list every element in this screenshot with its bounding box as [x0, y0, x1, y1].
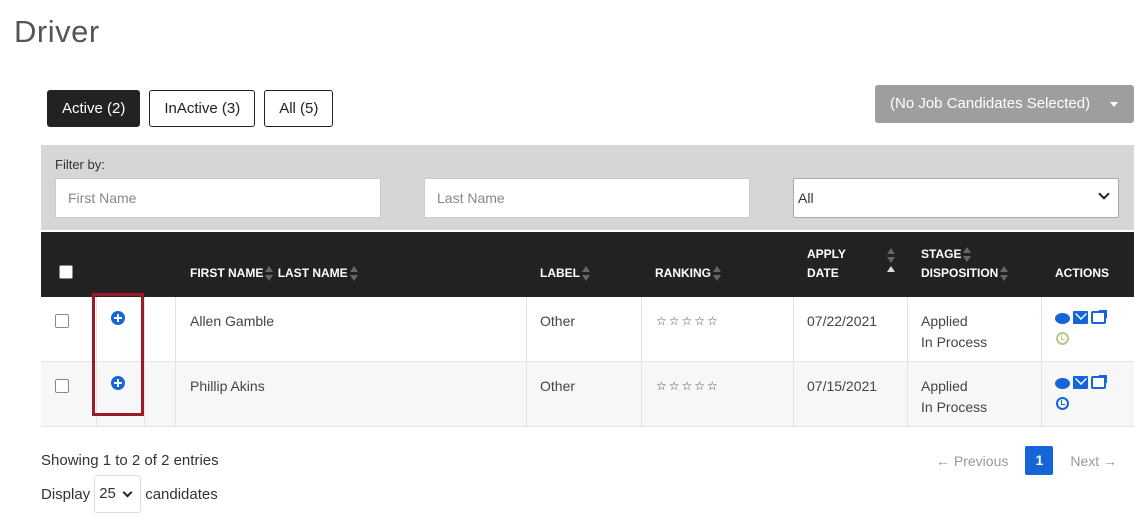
- mail-icon[interactable]: [1073, 311, 1088, 324]
- stage-text: Applied: [921, 313, 968, 329]
- header-date-text: DATE: [807, 266, 839, 280]
- sort-icon: [887, 248, 896, 264]
- apply-date: 07/15/2021: [807, 378, 878, 394]
- next-page-link[interactable]: Next →: [1070, 453, 1117, 469]
- sort-icon: [349, 265, 359, 282]
- header-ranking[interactable]: RANKING: [655, 264, 722, 283]
- header-last-name-label: LAST NAME: [277, 266, 348, 280]
- chat-icon[interactable]: [1055, 378, 1070, 389]
- header-label[interactable]: LABEL: [540, 264, 591, 283]
- column-divider: [907, 297, 908, 361]
- column-divider: [793, 362, 794, 426]
- ranking-stars[interactable]: ☆☆☆☆☆: [656, 311, 720, 332]
- sort-asc-icon: [887, 266, 896, 282]
- candidate-label: Other: [540, 378, 576, 394]
- column-divider: [793, 297, 794, 361]
- highlight-annotation-box: [92, 293, 144, 416]
- display-prefix: Display: [41, 485, 91, 503]
- job-dropdown-label: (No Job Candidates Selected): [890, 95, 1091, 112]
- page-size-select[interactable]: 25: [94, 475, 142, 513]
- page-title: Driver: [14, 14, 100, 49]
- row-checkbox[interactable]: [55, 314, 69, 328]
- apply-date: 07/22/2021: [807, 313, 878, 329]
- column-divider: [144, 362, 145, 426]
- stage-text: Applied: [921, 378, 968, 394]
- clock-icon[interactable]: [1056, 332, 1069, 345]
- sort-icon: [582, 265, 591, 282]
- sort-icon: [963, 246, 972, 263]
- header-first-name[interactable]: FIRST NAME LAST NAME: [190, 264, 359, 283]
- pagination: ← Previous 1 Next →: [936, 446, 1117, 475]
- stage-disposition: Applied In Process: [921, 311, 987, 353]
- clock-icon[interactable]: [1056, 397, 1069, 410]
- filter-panel: Filter by: First Name Last Name All: [41, 145, 1134, 230]
- disposition-text: In Process: [921, 399, 988, 415]
- chevron-down-icon: [1098, 188, 1110, 200]
- stage-disposition: Applied In Process: [921, 376, 987, 418]
- tab-inactive[interactable]: InActive (3): [149, 90, 256, 127]
- table-row: Allen Gamble Other ☆☆☆☆☆ 07/22/2021 Appl…: [41, 297, 1134, 362]
- filter-label: Filter by:: [55, 157, 105, 172]
- column-divider: [175, 297, 176, 361]
- first-name-input[interactable]: First Name: [55, 178, 381, 218]
- header-apply-text: APPLY: [807, 247, 846, 261]
- previous-page-link[interactable]: ← Previous: [936, 453, 1008, 469]
- column-divider: [1041, 297, 1042, 361]
- header-apply-date[interactable]: APPLY DATE: [807, 245, 846, 283]
- page-size-control: Display 25 candidates: [41, 475, 218, 513]
- chevron-down-icon: [122, 487, 133, 498]
- chat-icon[interactable]: [1055, 313, 1070, 324]
- sort-icon: [1000, 265, 1009, 282]
- column-divider: [1041, 362, 1042, 426]
- display-suffix: candidates: [145, 485, 218, 503]
- header-label-text: LABEL: [540, 266, 580, 280]
- header-stage-text: STAGE: [921, 247, 962, 261]
- mail-icon[interactable]: [1073, 376, 1088, 389]
- share-icon[interactable]: [1091, 375, 1107, 389]
- header-first-name-label: FIRST NAME: [190, 266, 264, 280]
- candidates-table: FIRST NAME LAST NAME LABEL RANKING APPLY…: [41, 232, 1134, 427]
- sort-icon: [265, 265, 274, 282]
- candidate-name[interactable]: Phillip Akins: [190, 376, 265, 397]
- row-actions: [1055, 310, 1107, 324]
- header-actions: ACTIONS: [1055, 266, 1109, 280]
- last-name-input[interactable]: Last Name: [424, 178, 750, 218]
- ranking-stars[interactable]: ☆☆☆☆☆: [656, 376, 720, 397]
- candidate-label: Other: [540, 313, 576, 329]
- caret-down-icon: [1110, 102, 1118, 107]
- page-number-current[interactable]: 1: [1025, 446, 1054, 475]
- candidate-name[interactable]: Allen Gamble: [190, 311, 274, 332]
- header-stage[interactable]: STAGE DISPOSITION: [921, 245, 1009, 283]
- table-header: FIRST NAME LAST NAME LABEL RANKING APPLY…: [41, 232, 1134, 297]
- header-disposition-text: DISPOSITION: [921, 266, 999, 280]
- share-icon[interactable]: [1091, 310, 1107, 324]
- header-ranking-text: RANKING: [655, 266, 711, 280]
- column-divider: [526, 362, 527, 426]
- column-divider: [144, 297, 145, 361]
- column-divider: [641, 297, 642, 361]
- row-actions: [1055, 375, 1107, 389]
- disposition-text: In Process: [921, 334, 988, 350]
- tab-all[interactable]: All (5): [264, 90, 334, 127]
- entries-summary: Showing 1 to 2 of 2 entries: [41, 452, 219, 469]
- column-divider: [641, 362, 642, 426]
- status-filter-select[interactable]: All: [793, 178, 1119, 218]
- job-candidates-dropdown[interactable]: (No Job Candidates Selected): [875, 85, 1134, 123]
- select-all-checkbox[interactable]: [59, 265, 73, 279]
- page-size-value: 25: [99, 485, 116, 502]
- sort-icon: [713, 265, 722, 282]
- table-row: Phillip Akins Other ☆☆☆☆☆ 07/15/2021 App…: [41, 362, 1134, 427]
- tab-active[interactable]: Active (2): [47, 90, 141, 127]
- column-divider: [907, 362, 908, 426]
- column-divider: [175, 362, 176, 426]
- column-divider: [526, 297, 527, 361]
- row-checkbox[interactable]: [55, 379, 69, 393]
- status-filter-value: All: [798, 190, 814, 206]
- status-tabs: Active (2) InActive (3) All (5): [47, 90, 334, 127]
